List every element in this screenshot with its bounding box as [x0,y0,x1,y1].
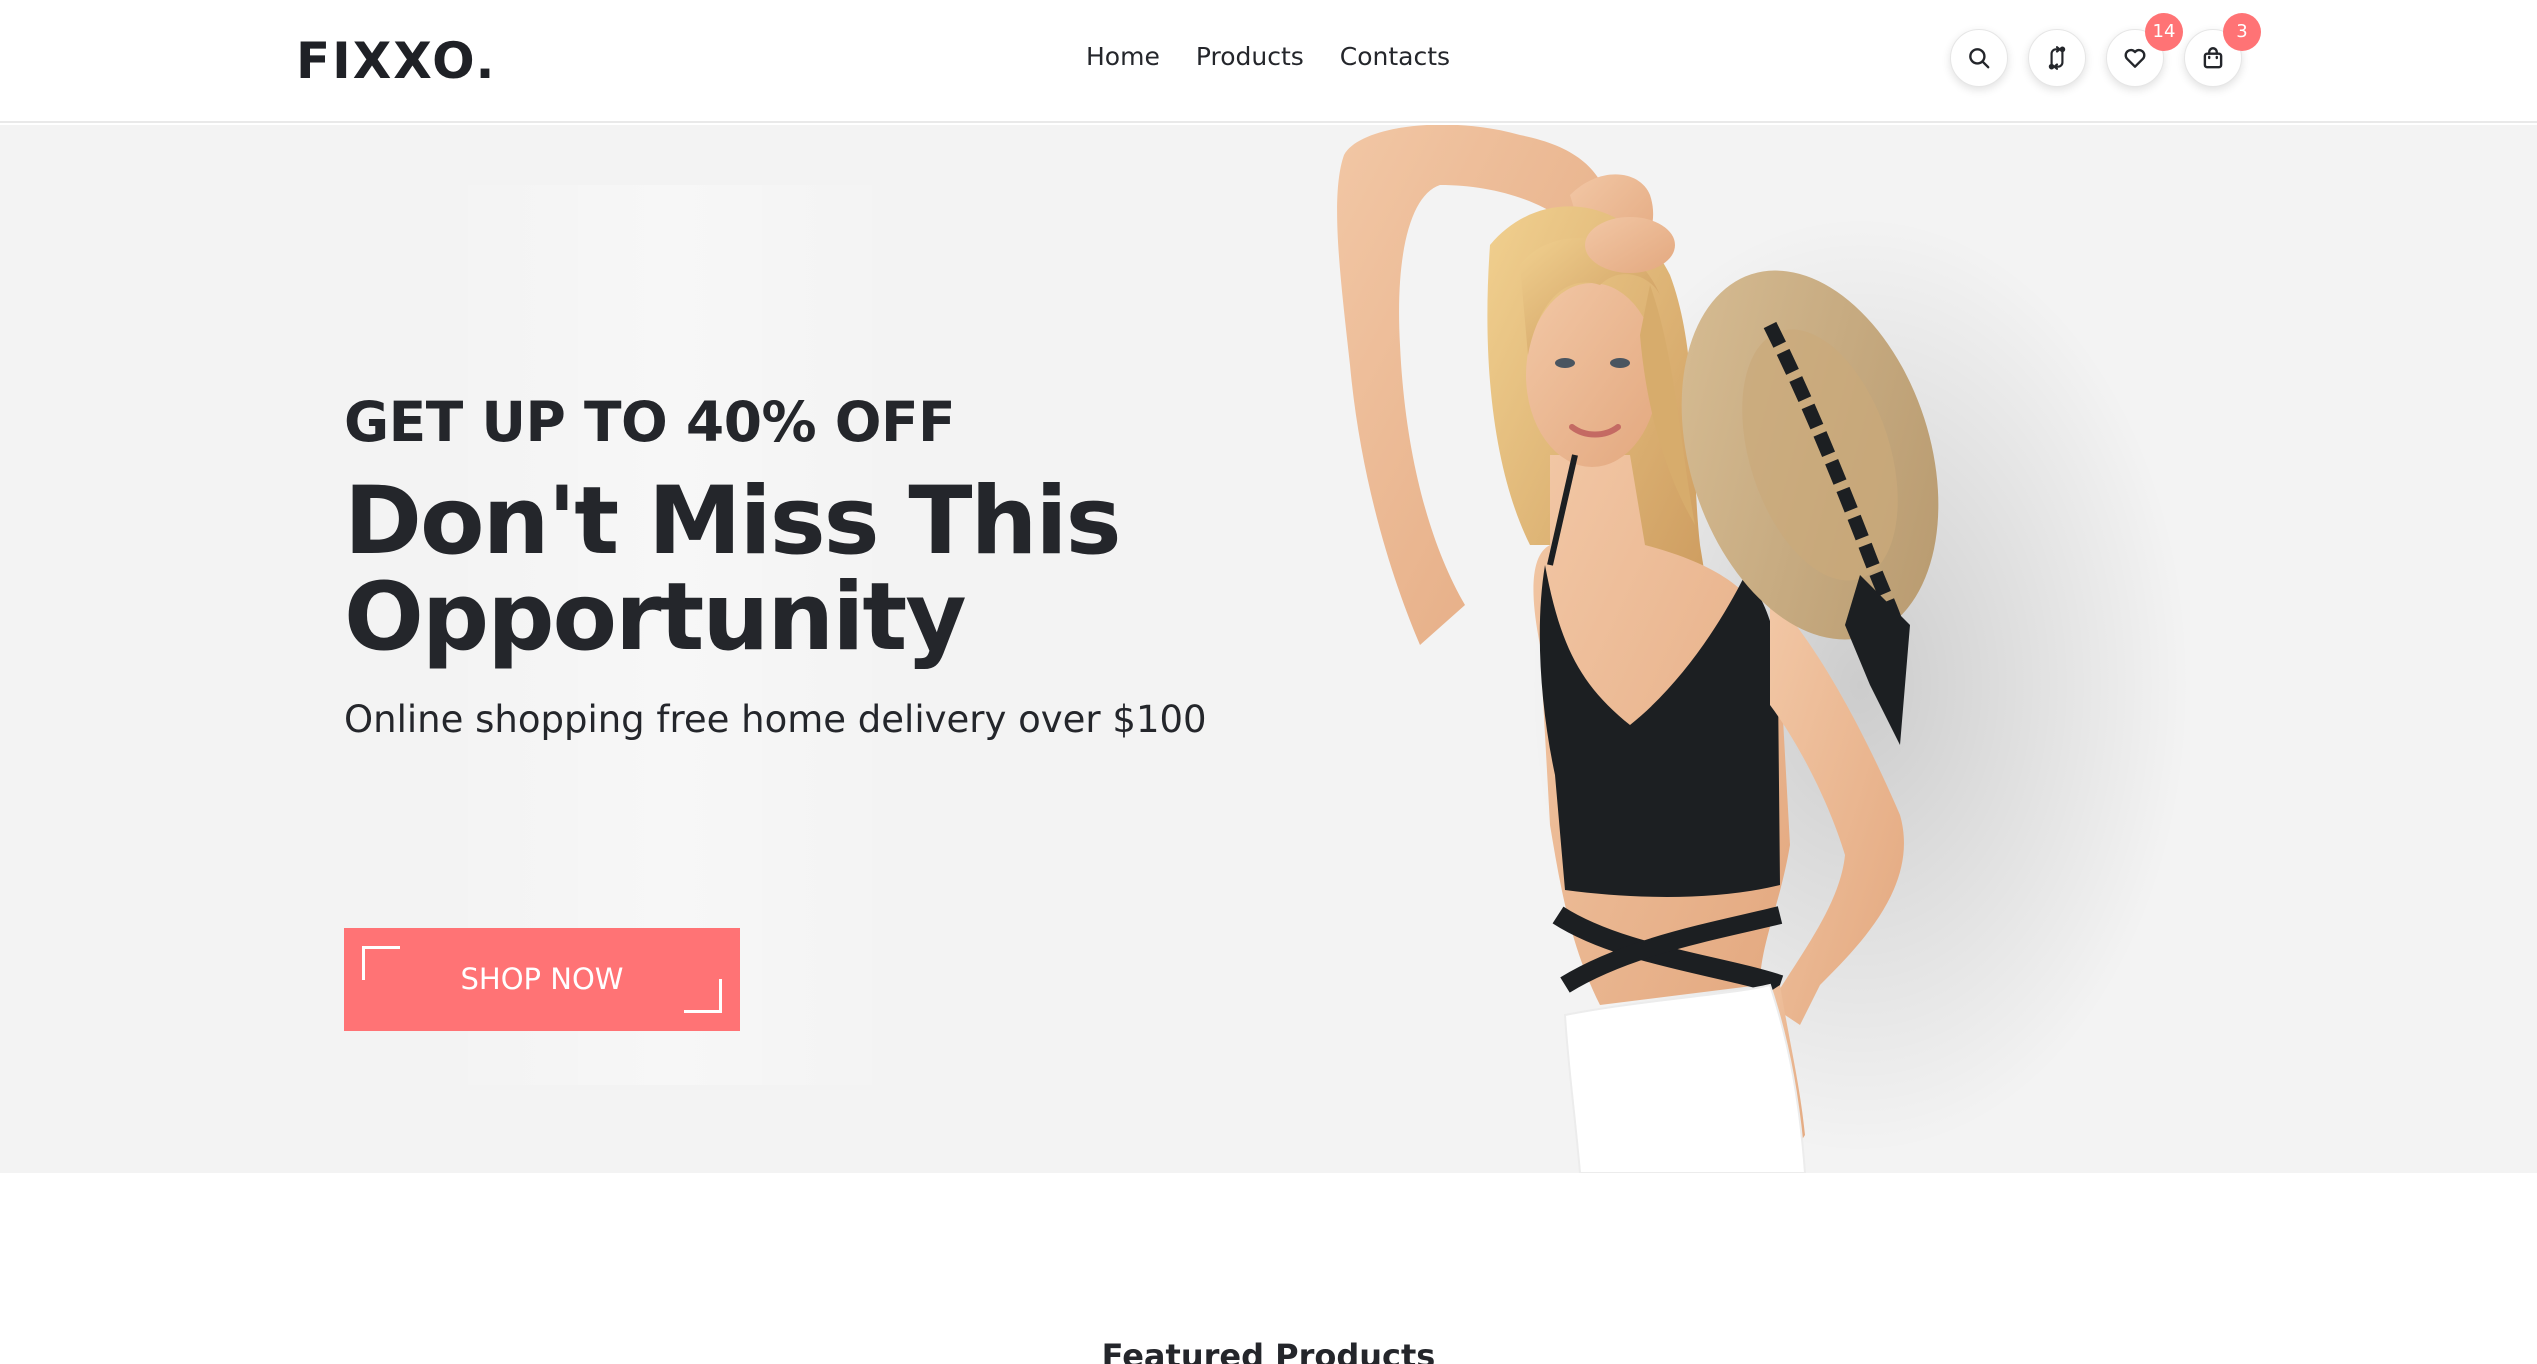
shop-now-label: SHOP NOW [460,962,624,996]
search-button[interactable] [1950,29,2008,87]
logo[interactable]: FIXXO. [296,28,496,94]
nav-home-link[interactable]: Home [1086,34,1160,80]
cart-button[interactable]: 3 [2184,13,2261,87]
cart-count-badge: 3 [2223,13,2261,51]
compare-arrows-icon [2048,46,2066,70]
hero-headline: Don't Miss This Opportunity [344,467,1122,672]
button-corner-decoration [362,946,400,980]
shop-now-button[interactable]: SHOP NOW [344,928,740,1031]
hero-text: GET UP TO 40% OFF Don't Miss This Opport… [344,380,1244,1031]
search-icon [1969,48,1990,69]
main-nav: Home Products Contacts [1086,34,1450,80]
nav-contacts-link[interactable]: Contacts [1340,34,1450,80]
nav-products-link[interactable]: Products [1196,34,1304,80]
hero-model-image [1337,125,2190,1173]
wishlist-button[interactable]: 14 [2106,13,2183,87]
hero-banner: GET UP TO 40% OFF Don't Miss This Opport… [0,125,2537,1173]
shopping-bag-icon [2203,47,2223,69]
site-header: FIXXO. Home Products Contacts 14 3 [0,0,2537,123]
button-corner-decoration [684,979,722,1013]
wishlist-count-badge: 14 [2145,13,2183,51]
hero-subline: Online shopping free home delivery over … [344,698,1207,741]
heart-icon [2124,48,2146,68]
featured-products-title: Featured Products [1101,1337,1436,1364]
compare-button[interactable] [2028,29,2086,87]
hero-offer: GET UP TO 40% OFF [344,390,956,454]
